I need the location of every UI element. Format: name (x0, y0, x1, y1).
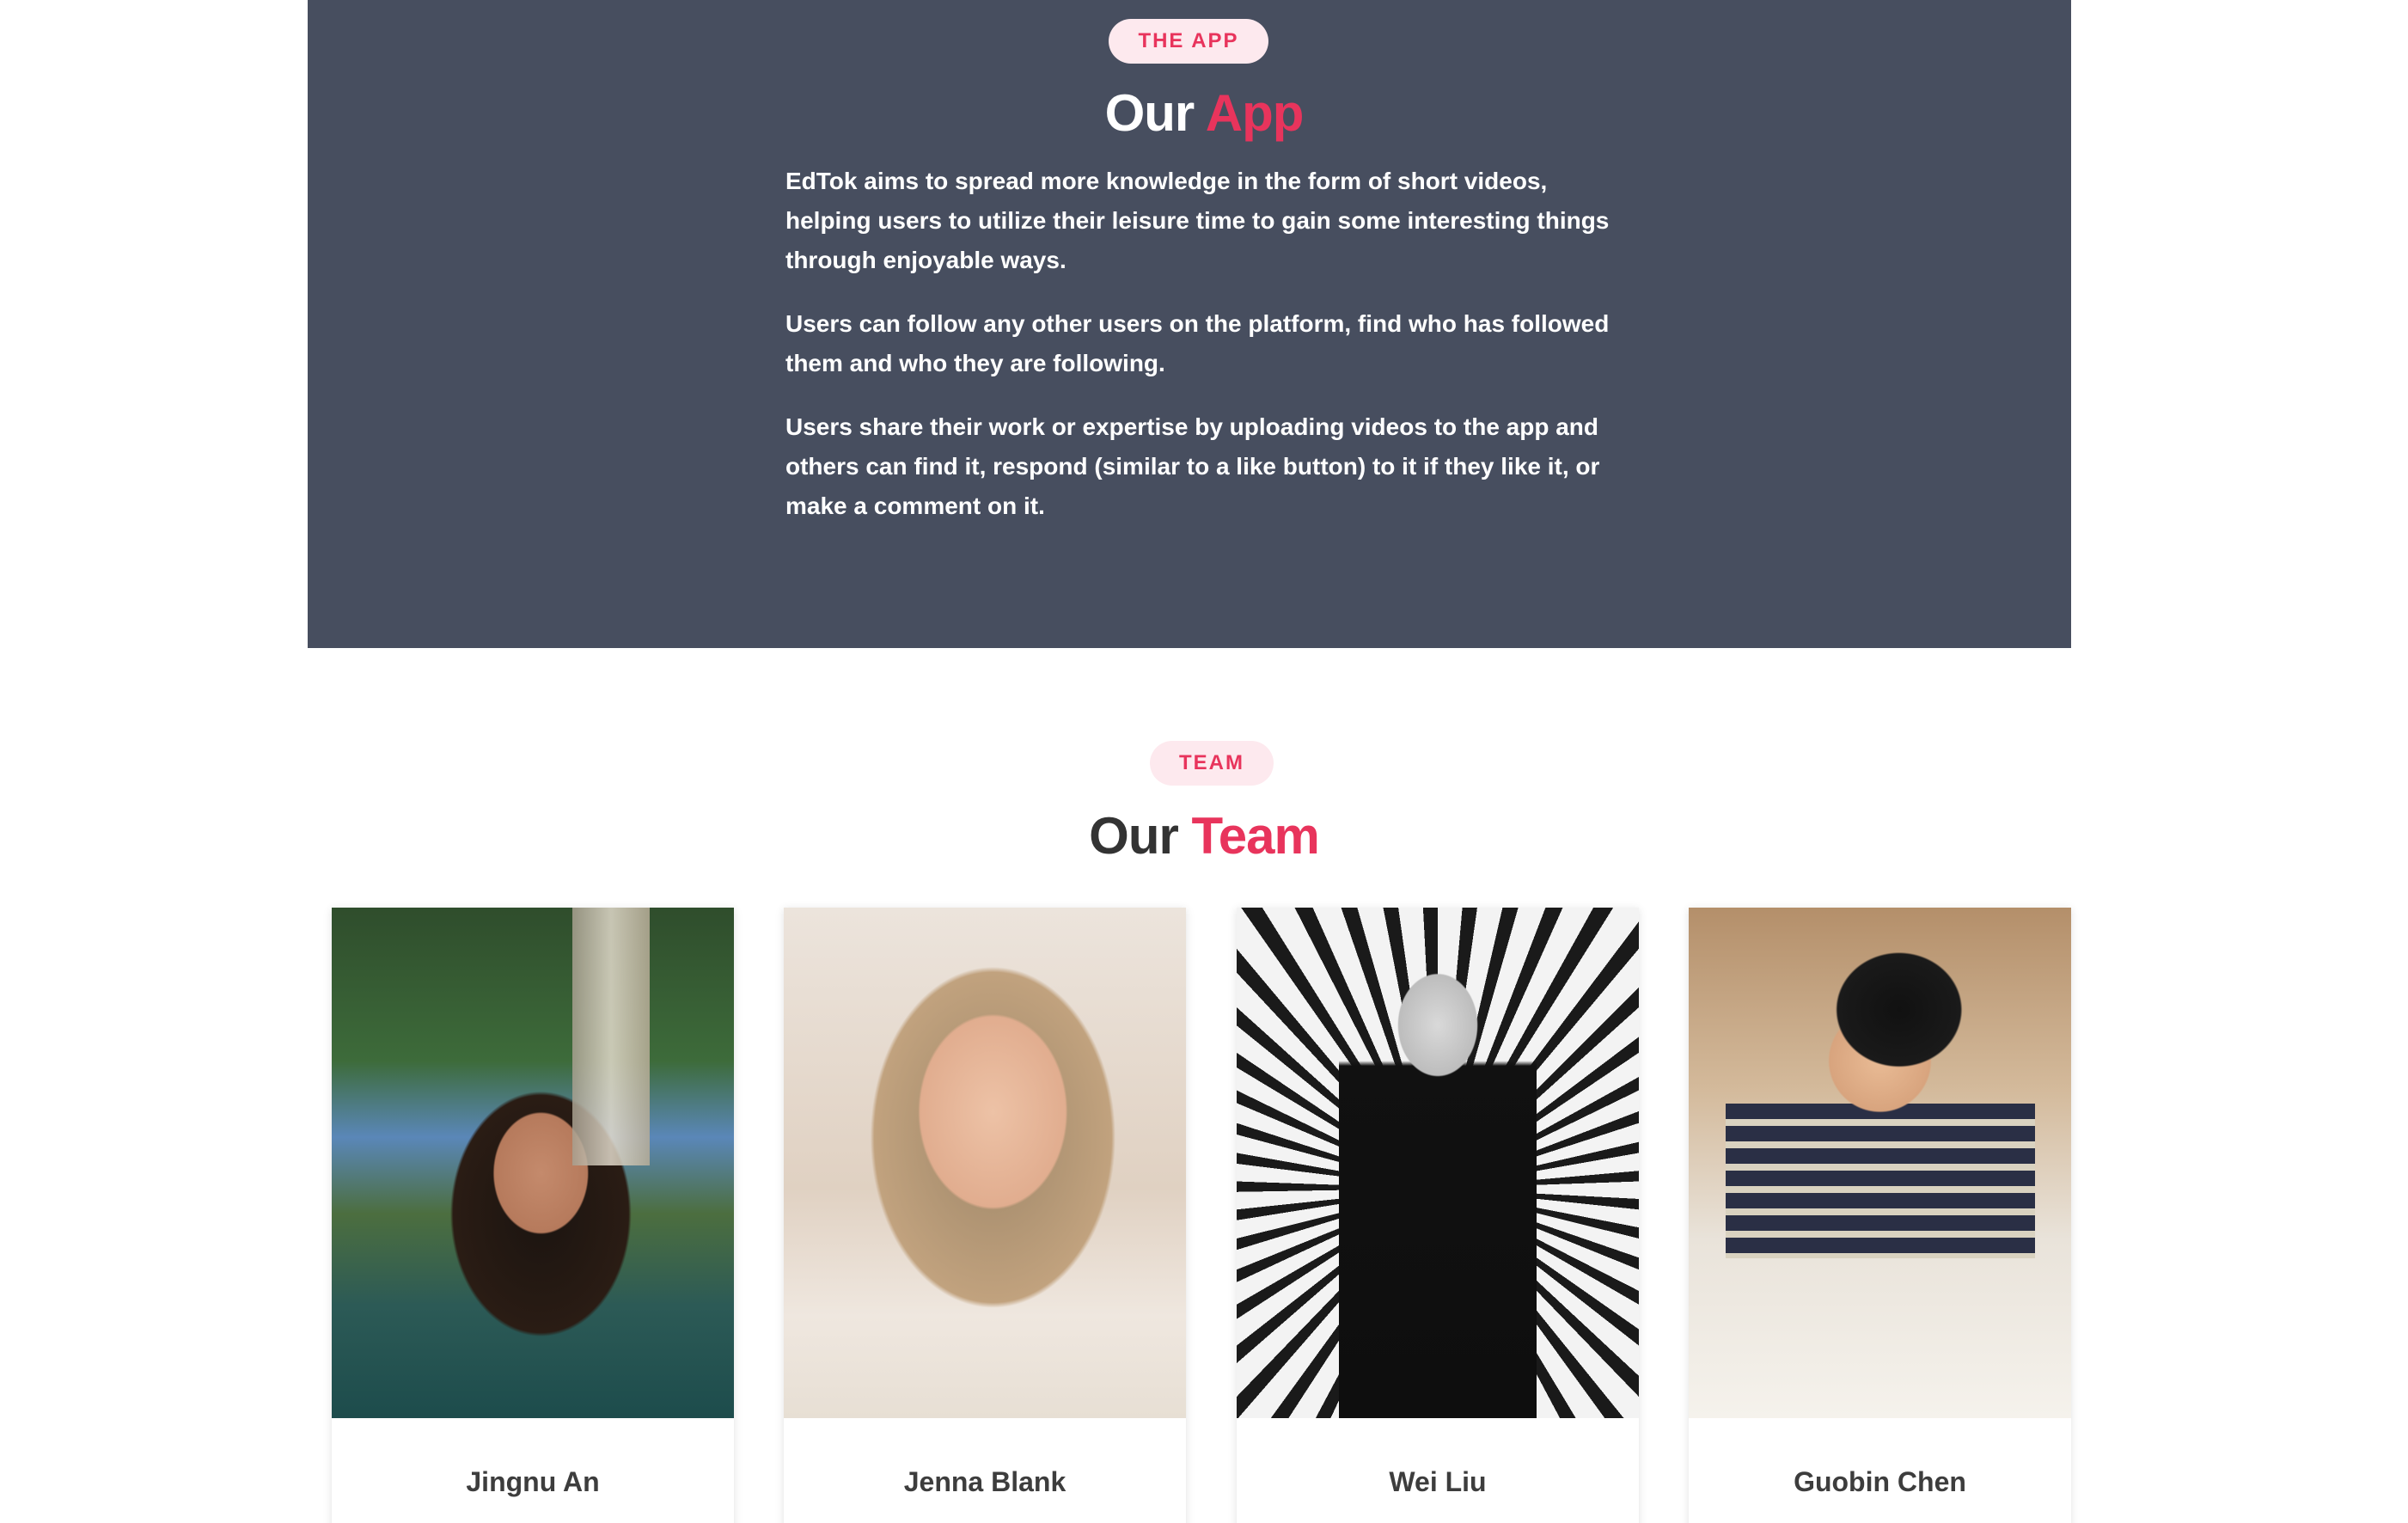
app-description: EdTok aims to spread more knowledge in t… (785, 162, 1610, 550)
page: THE APP Our App EdTok aims to spread mor… (0, 0, 2408, 1523)
team-heading: Our Team (0, 810, 2408, 862)
app-heading-accent: App (1205, 84, 1305, 142)
app-heading: Our App (0, 88, 2408, 139)
team-member-name: Jingnu An (466, 1466, 600, 1497)
team-member-name: Wei Liu (1389, 1466, 1487, 1497)
app-badge: THE APP (1109, 19, 1268, 64)
team-member-card[interactable]: Guobin Chen (1689, 908, 2071, 1523)
team-member-photo (1237, 908, 1639, 1418)
team-member-card[interactable]: Wei Liu (1237, 908, 1639, 1523)
team-member-photo (784, 908, 1186, 1418)
team-member-card[interactable]: Jenna Blank (784, 908, 1186, 1523)
team-heading-accent: Team (1191, 807, 1320, 865)
app-paragraph: Users can follow any other users on the … (785, 310, 1610, 376)
team-member-name: Jenna Blank (903, 1466, 1066, 1497)
team-member-name: Guobin Chen (1794, 1466, 1966, 1497)
team-member-photo (332, 908, 734, 1418)
team-member-card[interactable]: Jingnu An (332, 908, 734, 1523)
app-paragraph: Users share their work or expertise by u… (785, 413, 1600, 519)
team-heading-plain: Our (1089, 807, 1179, 865)
team-badge: TEAM (1150, 741, 1274, 786)
app-heading-plain: Our (1104, 84, 1195, 142)
team-member-photo (1689, 908, 2071, 1418)
app-paragraph: EdTok aims to spread more knowledge in t… (785, 168, 1610, 273)
